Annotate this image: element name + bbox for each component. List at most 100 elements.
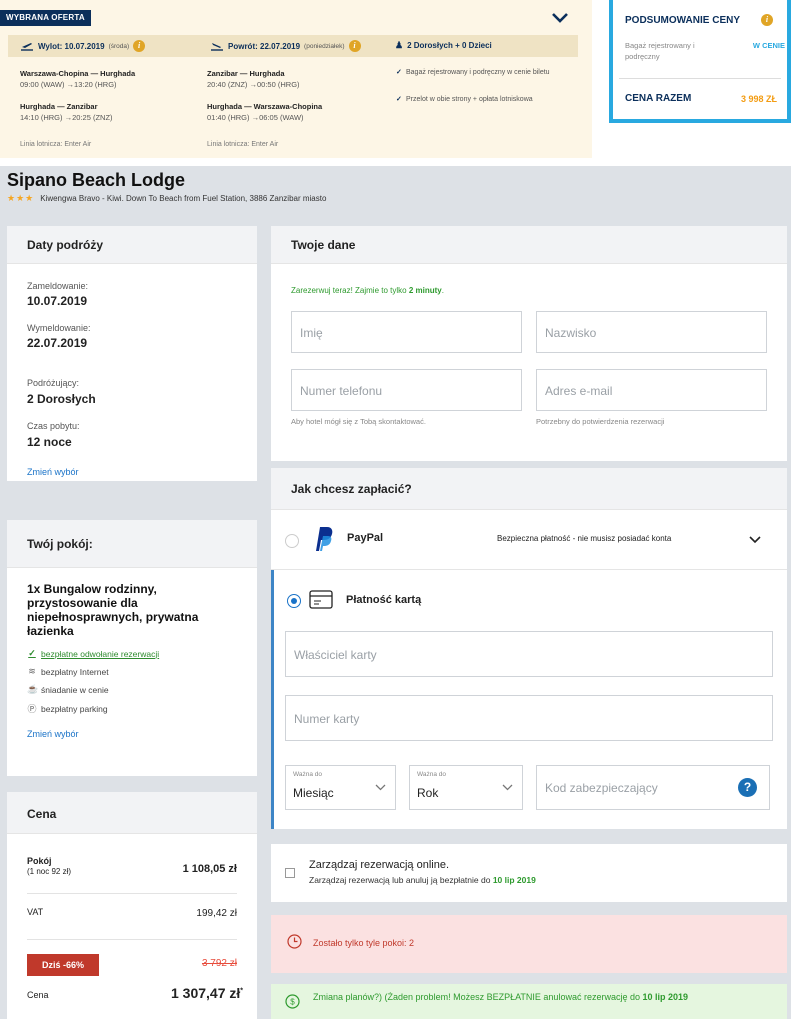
airline-inbound: Linia lotnicza: Enter Air (207, 141, 279, 148)
divider (619, 78, 781, 79)
total-label: CENA RAZEM (625, 93, 692, 104)
manage-date: 10 lip 2019 (492, 875, 536, 885)
inbound-day: (poniedziałek) (304, 42, 345, 50)
year-value: Rok (417, 786, 439, 800)
promo-bold: 2 minuty (408, 286, 442, 295)
promo-text: Zarezerwuj teraz! Zajmie to tylko (291, 286, 409, 295)
card-owner-input[interactable]: Właściciel karty (285, 631, 773, 677)
paypal-radio[interactable] (285, 534, 299, 548)
room-price-sub: (1 noc 92 zł) (27, 867, 72, 876)
amenity-free-cancel[interactable]: ✓ bezpłatne odwołanie rezerwacji (27, 648, 159, 659)
flight-feature: Bagaż rejestrowany i podręczny w cenie b… (396, 68, 561, 77)
amenity-label: śniadanie w cenie (41, 684, 109, 695)
chevron-down-icon (375, 784, 386, 791)
discount-badge: Dziś -66% (27, 954, 99, 976)
airline-outbound: Linia lotnicza: Enter Air (20, 141, 92, 148)
flight-feature: Przelot w obie strony + opłata lotniskow… (396, 95, 561, 104)
flight-segment: Hurghada — Zanzibar 14:10 (HRG) →20:25 (… (20, 101, 113, 123)
room-name: 1x Bungalow rodzinny, przystosowanie dla… (27, 582, 199, 638)
hotel-address: Kiwengwa Bravo - Kiwi. Down To Beach fro… (40, 194, 327, 203)
card-title: Cena (7, 792, 257, 834)
manage-booking-card: Zarządzaj rezerwacją online. Zarządzaj r… (271, 844, 787, 902)
baggage-value: W CENIE (752, 41, 785, 50)
price-card: Cena Pokój (1 noc 92 zł) 1 108,05 zł VAT… (7, 792, 257, 1019)
month-value: Miesiąc (293, 786, 334, 800)
flight-segment: Zanzibar — Hurghada 20:40 (ZNZ) →00:50 (… (207, 68, 300, 90)
plane-takeoff-icon (21, 43, 33, 51)
paypal-label: PayPal (347, 532, 384, 544)
security-code-input[interactable]: Kod zabezpieczający (536, 765, 770, 810)
parking-icon: Ⓟ (27, 704, 37, 714)
svg-text:$: $ (290, 998, 295, 1007)
flight-segment: Warszawa-Chopina — Hurghada 09:00 (WAW) … (20, 68, 135, 90)
change-room-link[interactable]: Zmień wybór (27, 729, 79, 739)
hotel-booking-page: Sipano Beach Lodge ★★★ Kiwengwa Bravo - … (0, 166, 791, 1019)
rooms-left-text: Zostało tylko tyle pokoi: 2 (313, 938, 415, 948)
checkin-label: Zameldowanie: (27, 281, 89, 291)
stay-value: 12 noce (27, 435, 72, 449)
paypal-logo-icon (316, 527, 333, 551)
info-icon[interactable]: i (348, 40, 361, 52)
room-card: Twój pokój: 1x Bungalow rodzinny, przyst… (7, 520, 257, 776)
valid-to-label: Ważna do (293, 771, 323, 778)
card-title: Daty podróży (7, 226, 257, 264)
chevron-down-icon[interactable] (749, 536, 761, 544)
payment-option-paypal[interactable]: PayPal Bezpieczna płatność - nie musisz … (271, 510, 787, 570)
checkout-label: Wymeldowanie: (27, 323, 91, 333)
email-input[interactable]: Adres e-mail (536, 369, 767, 411)
phone-hint: Aby hotel mógł się z Tobą skontaktować. (291, 417, 426, 426)
manage-title: Zarządzaj rezerwacją online. (309, 859, 450, 871)
phone-input[interactable]: Numer telefonu (291, 369, 522, 411)
info-icon[interactable]: i (133, 40, 146, 52)
inbound-date: Powrót: 22.07.2019 (228, 41, 301, 51)
stay-label: Czas pobytu: (27, 421, 80, 431)
flight-segment: Hurghada — Warszawa-Chopina 01:40 (HRG) … (207, 101, 322, 123)
segment-route: Zanzibar — Hurghada (207, 69, 285, 78)
outbound-date: Wylot: 10.07.2019 (38, 41, 105, 51)
outbound-day: (środa) (108, 42, 130, 50)
chevron-down-icon (502, 784, 513, 791)
card-title: Jak chcesz zapłacić? (271, 468, 787, 510)
coffee-icon: ☕ (27, 684, 39, 694)
card-number-input[interactable]: Numer karty (285, 695, 773, 741)
summary-baggage-row: Bagaż rejestrowany i podręczny W CENIE (625, 40, 785, 62)
card-label: Płatność kartą (346, 594, 422, 606)
vat-value: 199,42 zł (196, 908, 237, 919)
segment-times: 20:40 (ZNZ) →00:50 (HRG) (207, 80, 300, 89)
price-asterisk: * (240, 987, 243, 995)
room-price-label: Pokój (27, 856, 52, 866)
room-price-value: 1 108,05 zł (182, 863, 237, 875)
chevron-down-icon[interactable] (548, 8, 572, 28)
travel-dates-card: Daty podróży Zameldowanie: 10.07.2019 Wy… (7, 226, 257, 481)
clock-icon (287, 934, 302, 949)
info-icon[interactable]: i (761, 14, 773, 26)
person-icon: ♟ (395, 40, 404, 50)
help-icon[interactable]: ? (738, 778, 757, 797)
expiry-month-select[interactable]: Ważna do Miesiąc (285, 765, 396, 810)
first-name-input[interactable]: Imię (291, 311, 522, 353)
last-name-input[interactable]: Nazwisko (536, 311, 767, 353)
summary-title: PODSUMOWANIE CENY (625, 15, 741, 26)
hotel-address-row: ★★★ Kiwengwa Bravo - Kiwi. Down To Beach… (7, 193, 326, 204)
amenity-breakfast: ☕ śniadanie w cenie (27, 684, 109, 695)
hotel-name: Sipano Beach Lodge (7, 170, 186, 190)
outbound-header: Wylot: 10.07.2019 (środa) i (20, 40, 146, 52)
paypal-note: Bezpieczna płatność - nie musisz posiada… (497, 534, 672, 543)
card-title: Twój pokój: (7, 520, 257, 568)
selected-offer-panel: WYBRANA OFERTA Wylot: 10.07.2019 (środa)… (0, 0, 592, 158)
card-radio[interactable] (287, 594, 301, 608)
change-dates-link[interactable]: Zmień wybór (27, 467, 79, 477)
manage-text: Zarządzaj rezerwacją lub anuluj ją bezpł… (309, 875, 493, 885)
passengers-count: 2 Dorosłych + 0 Dzieci (407, 41, 492, 50)
old-price: 3 792 zł (201, 958, 237, 969)
expiry-year-select[interactable]: Ważna do Rok (409, 765, 523, 810)
final-price-row: 1 307,47 zł* (171, 985, 243, 1001)
amenity-label: bezpłatne odwołanie rezerwacji (41, 648, 160, 659)
manage-booking-checkbox[interactable] (285, 868, 295, 878)
email-hint: Potrzebny do potwierdzenia rezerwacji (536, 417, 665, 426)
manage-text-row: Zarządzaj rezerwacją lub anuluj ją bezpł… (309, 875, 536, 885)
checkin-date: 10.07.2019 (27, 294, 88, 308)
star-rating-icon: ★★★ (7, 193, 35, 203)
payment-card: Jak chcesz zapłacić? PayPal Bezpieczna p… (271, 468, 787, 829)
free-cancellation-notice: $ Zmiana planów?) (Żaden problem! Możesz… (271, 984, 787, 1019)
